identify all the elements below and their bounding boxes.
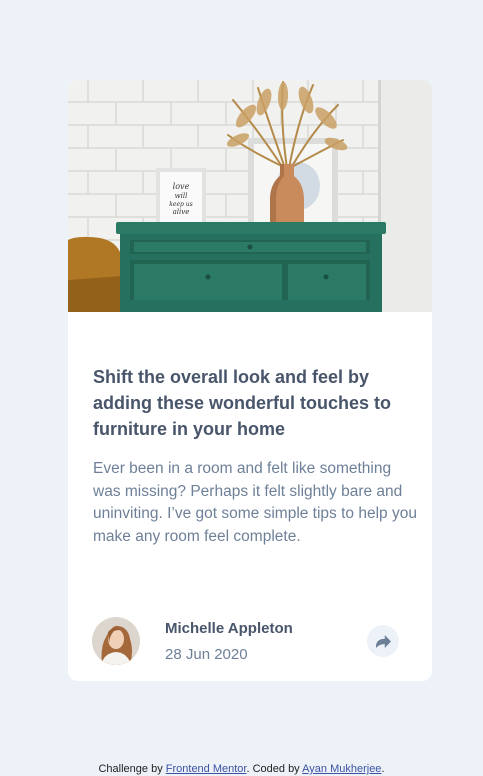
share-icon — [375, 634, 391, 648]
share-button[interactable] — [367, 625, 399, 657]
author-name: Michelle Appleton — [165, 620, 293, 637]
frame-text-line: love — [173, 182, 190, 191]
article-card: love will keep us alive Shift the overal… — [68, 80, 432, 681]
post-date: 28 Jun 2020 — [165, 646, 248, 663]
frame-text-line: will — [175, 192, 188, 200]
attribution-footer: Challenge by Frontend Mentor. Coded by A… — [0, 762, 483, 776]
article-description: Ever been in a room and felt like someth… — [93, 460, 417, 545]
author-link[interactable]: Ayan Mukherjee — [302, 763, 381, 775]
avatar — [92, 617, 140, 665]
drawers-image: love will keep us alive — [68, 80, 432, 312]
footer-prefix: Challenge by — [98, 763, 166, 775]
frontend-mentor-link[interactable]: Frontend Mentor — [166, 763, 247, 775]
frame-text-line: keep us — [169, 201, 192, 208]
article-title: Shift the overall look and feel by addin… — [93, 367, 392, 439]
footer-middle: . Coded by — [246, 763, 303, 775]
footer-suffix: . — [381, 763, 385, 775]
author-section: Michelle Appleton 28 Jun 2020 — [92, 617, 408, 667]
frame-text-line: alive — [173, 208, 190, 216]
